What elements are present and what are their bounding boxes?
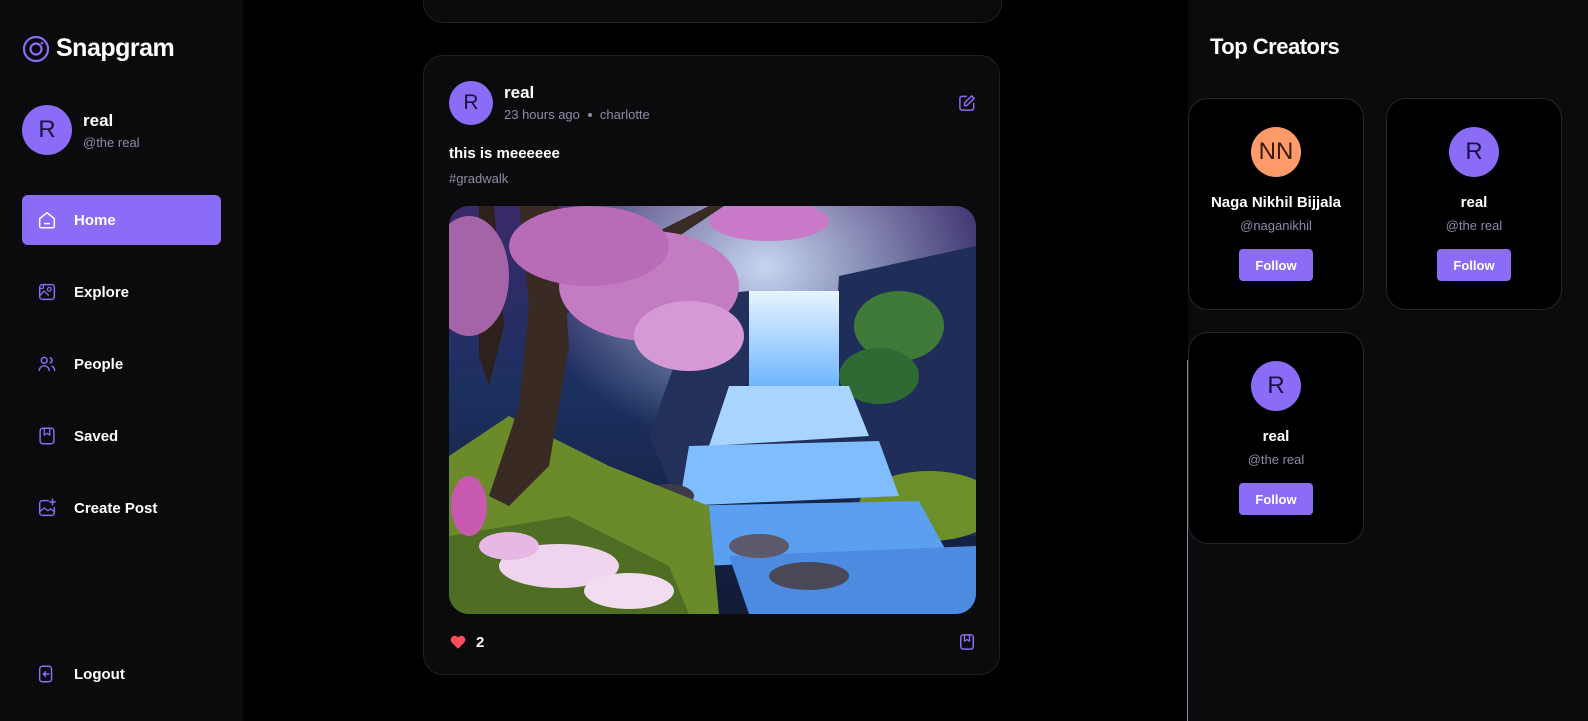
main-nav: Home Explore People Saved Create Post bbox=[22, 195, 221, 555]
creator-name: real bbox=[1460, 194, 1488, 211]
heart-icon[interactable] bbox=[449, 633, 467, 651]
create-post-icon bbox=[38, 498, 56, 517]
post-tag[interactable]: #gradwalk bbox=[449, 171, 508, 186]
post-author-name[interactable]: real bbox=[504, 83, 534, 103]
follow-button[interactable]: Follow bbox=[1239, 483, 1313, 515]
creator-card[interactable]: NN Naga Nikhil Bijjala @naganikhil Follo… bbox=[1188, 98, 1364, 310]
creator-avatar[interactable]: NN bbox=[1251, 127, 1301, 177]
post-author-avatar[interactable]: R bbox=[449, 81, 493, 125]
bookmark-icon[interactable] bbox=[957, 632, 977, 652]
logout-button[interactable]: Logout bbox=[22, 649, 221, 699]
explore-icon bbox=[38, 283, 56, 301]
edit-icon[interactable] bbox=[957, 93, 977, 113]
nav-item-explore[interactable]: Explore bbox=[22, 267, 221, 317]
people-icon bbox=[38, 356, 56, 372]
user-profile[interactable]: R real @the real bbox=[22, 105, 140, 155]
logout-section: Logout bbox=[22, 649, 221, 699]
home-icon bbox=[38, 211, 56, 229]
nav-label-home: Home bbox=[74, 211, 116, 229]
post-card: R real 23 hours ago charlotte this is me… bbox=[423, 55, 1000, 675]
creator-handle: @naganikhil bbox=[1240, 218, 1312, 233]
creator-avatar[interactable]: R bbox=[1251, 361, 1301, 411]
separator-dot bbox=[587, 112, 592, 117]
nav-item-create-post[interactable]: Create Post bbox=[22, 483, 221, 533]
user-name: real bbox=[83, 110, 114, 130]
creator-name: real bbox=[1262, 428, 1290, 445]
nav-label-create-post: Create Post bbox=[74, 499, 158, 517]
nav-item-people[interactable]: People bbox=[22, 339, 221, 389]
app-logo[interactable]: Snapgram bbox=[22, 34, 175, 63]
logout-icon bbox=[38, 665, 53, 683]
creator-card[interactable]: R real @the real Follow bbox=[1386, 98, 1562, 310]
nav-label-people: People bbox=[74, 355, 124, 373]
left-sidebar: Snapgram R real @the real Home Explore P… bbox=[0, 0, 243, 721]
nav-item-saved[interactable]: Saved bbox=[22, 411, 221, 461]
nav-item-home[interactable]: Home bbox=[22, 195, 221, 245]
post-meta: 23 hours ago charlotte bbox=[504, 107, 650, 122]
post-image[interactable] bbox=[449, 206, 976, 614]
creator-handle: @the real bbox=[1247, 452, 1305, 467]
post-time: 23 hours ago bbox=[504, 107, 580, 122]
app-name: Snapgram bbox=[56, 34, 175, 62]
creator-avatar[interactable]: R bbox=[1449, 127, 1499, 177]
logout-label: Logout bbox=[74, 665, 125, 683]
creator-card[interactable]: R real @the real Follow bbox=[1188, 332, 1364, 544]
right-sidebar: Top Creators NN Naga Nikhil Bijjala @nag… bbox=[1188, 0, 1588, 721]
follow-button[interactable]: Follow bbox=[1239, 249, 1313, 281]
user-handle: @the real bbox=[83, 134, 140, 150]
top-creators-title: Top Creators bbox=[1210, 34, 1340, 59]
creator-handle: @the real bbox=[1445, 218, 1503, 233]
like-count: 2 bbox=[476, 634, 485, 651]
snapgram-logo-icon bbox=[22, 35, 50, 62]
nav-label-saved: Saved bbox=[74, 427, 119, 445]
previous-post-card bbox=[423, 0, 1002, 23]
creator-name: Naga Nikhil Bijjala bbox=[1210, 194, 1342, 211]
bookmark-icon bbox=[39, 427, 55, 445]
nav-label-explore: Explore bbox=[74, 283, 130, 301]
post-location: charlotte bbox=[599, 107, 650, 122]
post-caption: this is meeeeee bbox=[449, 145, 560, 162]
user-avatar[interactable]: R bbox=[22, 105, 72, 155]
waterfall-image bbox=[449, 206, 976, 614]
follow-button[interactable]: Follow bbox=[1437, 249, 1511, 281]
